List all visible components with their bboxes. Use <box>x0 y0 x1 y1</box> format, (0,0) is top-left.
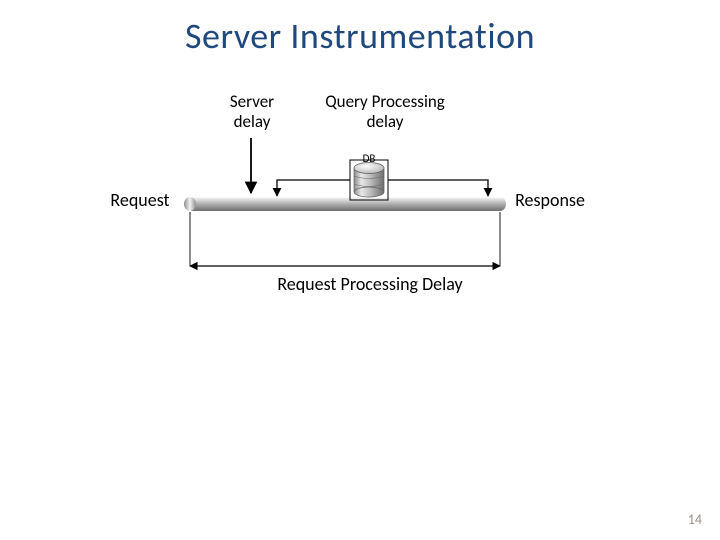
page-number: 14 <box>688 511 702 528</box>
db-left-arrow <box>277 180 350 196</box>
timeline-bar <box>184 197 506 211</box>
db-icon <box>350 160 388 200</box>
db-right-arrow <box>388 180 488 196</box>
db-label: DB <box>354 152 384 165</box>
diagram-svg <box>0 0 720 540</box>
